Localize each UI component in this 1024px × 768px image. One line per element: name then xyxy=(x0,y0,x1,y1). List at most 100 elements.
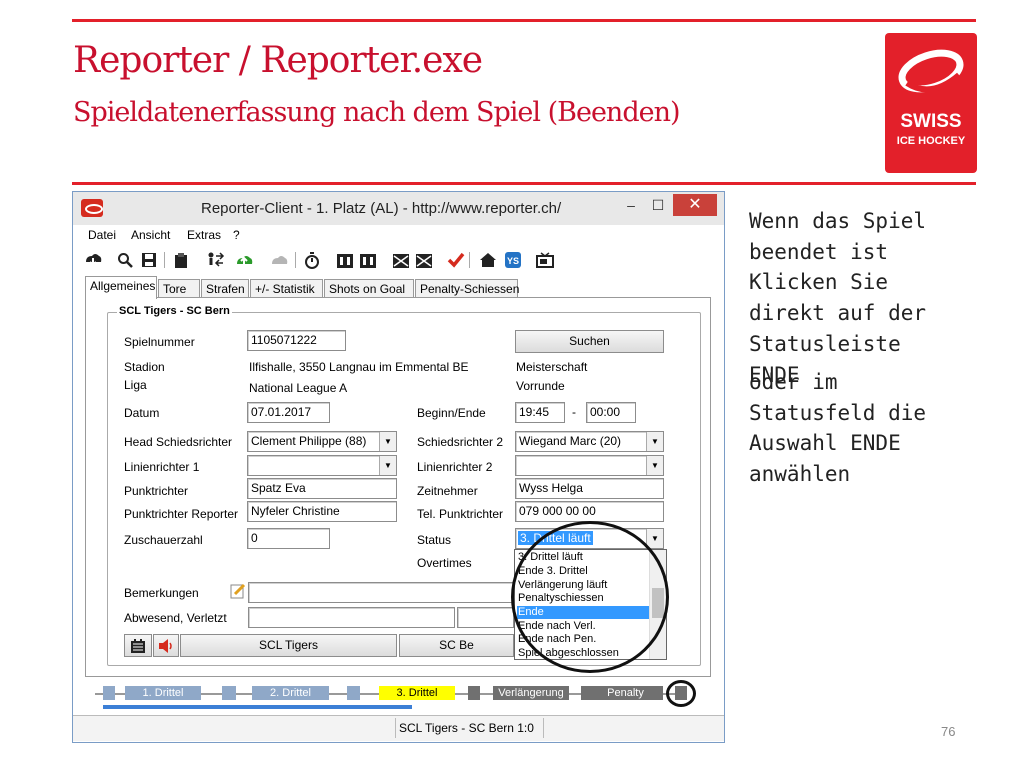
swiss-ice-hockey-logo: SWISS ICE HOCKEY xyxy=(885,33,977,173)
chevron-down-icon[interactable]: ▼ xyxy=(379,456,396,475)
check-icon[interactable] xyxy=(446,250,466,270)
ende-time-field[interactable]: 00:00 xyxy=(586,402,636,423)
svg-text:YS: YS xyxy=(507,256,519,266)
clipboard-icon[interactable] xyxy=(171,250,191,270)
menu-ansicht[interactable]: Ansicht xyxy=(131,228,170,242)
zeitnehmer-label: Zeitnehmer xyxy=(417,484,478,498)
players-home-icon[interactable] xyxy=(391,250,411,270)
status-segment-2-drittel[interactable]: 2. Drittel xyxy=(252,686,329,700)
punktrichter-field[interactable]: Spatz Eva xyxy=(247,478,397,499)
group-title: SCL Tigers - SC Bern xyxy=(117,305,232,317)
team-home-icon[interactable] xyxy=(335,250,355,270)
speaker-icon[interactable] xyxy=(153,634,179,657)
minimize-button[interactable]: – xyxy=(618,194,644,216)
spielnummer-field[interactable]: 1105071222 xyxy=(247,330,346,351)
instruction-note-part1: Wenn das Spiel beendet ist Klicken Sie d… xyxy=(749,209,927,387)
tab-strafen[interactable]: Strafen xyxy=(201,279,249,298)
stopwatch-icon[interactable] xyxy=(302,250,322,270)
beginn-time-field[interactable]: 19:45 xyxy=(515,402,565,423)
slide-subtitle: Spieldatenerfassung nach dem Spiel (Been… xyxy=(73,97,681,128)
beginn-ende-label: Beginn/Ende xyxy=(417,406,486,420)
status-segment-penalty[interactable]: Penalty xyxy=(588,686,663,700)
menu-extras[interactable]: Extras xyxy=(187,228,221,242)
menu-datei[interactable]: Datei xyxy=(88,228,116,242)
liga-value: National League A xyxy=(249,381,348,395)
time-separator: - xyxy=(572,405,576,419)
chevron-down-icon[interactable]: ▼ xyxy=(646,432,663,451)
suchen-button[interactable]: Suchen xyxy=(515,330,664,353)
annotation-circle-statusbar xyxy=(666,680,696,707)
status-marker-start[interactable] xyxy=(103,686,115,700)
schiedsrichter2-label: Schiedsrichter 2 xyxy=(417,435,504,449)
menu-bar: Datei Ansicht Extras ? xyxy=(73,225,724,245)
tab-tore[interactable]: Tore xyxy=(158,279,200,298)
menu-help[interactable]: ? xyxy=(233,228,240,242)
spielnummer-label: Spielnummer xyxy=(124,335,195,349)
toolbar-separator xyxy=(469,252,470,268)
download-icon[interactable] xyxy=(83,250,103,270)
toolbar-separator xyxy=(295,252,296,268)
away-team-button[interactable]: SC Be xyxy=(399,634,514,657)
tab-allgemeines[interactable]: Allgemeines xyxy=(85,276,157,299)
tab-plus-minus-statistik[interactable]: +/- Statistik xyxy=(250,279,323,298)
title-bar[interactable]: Reporter-Client - 1. Platz (AL) - http:/… xyxy=(73,192,724,225)
abwesend-home-field[interactable] xyxy=(248,607,455,628)
abwesend-verletzt-label: Abwesend, Verletzt xyxy=(124,611,227,625)
edit-note-icon[interactable] xyxy=(228,581,248,601)
schiedsrichter2-combo[interactable]: Wiegand Marc (20) ▼ xyxy=(515,431,664,452)
status-label: Status xyxy=(417,533,452,547)
status-divider xyxy=(543,718,544,738)
head-schiedsrichter-value: Clement Philippe (88) xyxy=(251,434,367,448)
toolbar-separator xyxy=(164,252,165,268)
cloud-icon[interactable] xyxy=(269,250,289,270)
bottom-status-bar: SCL Tigers - SC Bern 1:0 xyxy=(73,715,724,741)
linienrichter1-combo[interactable]: ▼ xyxy=(247,455,397,476)
tab-penalty-schiessen[interactable]: Penalty-Schiessen xyxy=(415,279,519,298)
puck-swoosh-icon xyxy=(898,49,964,93)
players-away-icon[interactable] xyxy=(414,250,434,270)
status-segment-1-drittel[interactable]: 1. Drittel xyxy=(125,686,201,700)
chevron-down-icon[interactable]: ▼ xyxy=(646,456,663,475)
zuschauerzahl-field[interactable]: 0 xyxy=(247,528,330,549)
upload-icon[interactable] xyxy=(234,250,254,270)
ys-icon[interactable]: YS xyxy=(503,250,523,270)
substitution-icon[interactable] xyxy=(205,250,225,270)
vorrunde-value: Vorrunde xyxy=(516,379,565,393)
close-button[interactable]: ✕ xyxy=(673,194,717,216)
window-title: Reporter-Client - 1. Platz (AL) - http:/… xyxy=(201,200,562,217)
search-icon[interactable] xyxy=(115,250,135,270)
save-icon[interactable] xyxy=(139,250,159,270)
score-status: SCL Tigers - SC Bern 1:0 xyxy=(399,721,534,735)
tv-icon[interactable] xyxy=(535,250,555,270)
overtimes-label: Overtimes xyxy=(417,556,472,570)
maximize-button[interactable]: ☐ xyxy=(645,194,671,216)
bemerkungen-label: Bemerkungen xyxy=(124,586,199,600)
linienrichter2-label: Linienrichter 2 xyxy=(417,460,493,474)
status-segment-verlaengerung[interactable]: Verlängerung xyxy=(493,686,569,700)
datum-label: Datum xyxy=(124,406,160,420)
instruction-note-part2: oder im Statusfeld die Auswahl ENDE anwä… xyxy=(749,370,927,487)
tab-shots-on-goal[interactable]: Shots on Goal xyxy=(324,279,414,298)
top-rule xyxy=(72,19,976,22)
datum-field[interactable]: 07.01.2017 xyxy=(247,402,330,423)
zeitnehmer-field[interactable]: Wyss Helga xyxy=(515,478,664,499)
abwesend-away-field[interactable] xyxy=(457,607,514,628)
punktrichter-reporter-field[interactable]: Nyfeler Christine xyxy=(247,501,397,522)
head-schiedsrichter-combo[interactable]: Clement Philippe (88) ▼ xyxy=(247,431,397,452)
status-marker-1[interactable] xyxy=(222,686,236,700)
slide-title: Reporter / Reporter.exe xyxy=(73,40,483,81)
linienrichter2-combo[interactable]: ▼ xyxy=(515,455,664,476)
home-team-button[interactable]: SCL Tigers xyxy=(180,634,397,657)
tel-punktrichter-label: Tel. Punktrichter xyxy=(417,507,504,521)
status-segment-3-drittel[interactable]: 3. Drittel xyxy=(379,686,455,700)
status-marker-2[interactable] xyxy=(347,686,360,700)
calendar-icon[interactable] xyxy=(124,634,152,657)
status-marker-3[interactable] xyxy=(468,686,480,700)
bemerkungen-field[interactable] xyxy=(248,582,514,603)
tel-punktrichter-field[interactable]: 079 000 00 00 xyxy=(515,501,664,522)
home-icon[interactable] xyxy=(478,250,498,270)
team-away-icon[interactable] xyxy=(358,250,378,270)
schiedsrichter2-value: Wiegand Marc (20) xyxy=(519,434,622,448)
chevron-down-icon[interactable]: ▼ xyxy=(379,432,396,451)
logo-text-swiss: SWISS xyxy=(900,111,962,132)
